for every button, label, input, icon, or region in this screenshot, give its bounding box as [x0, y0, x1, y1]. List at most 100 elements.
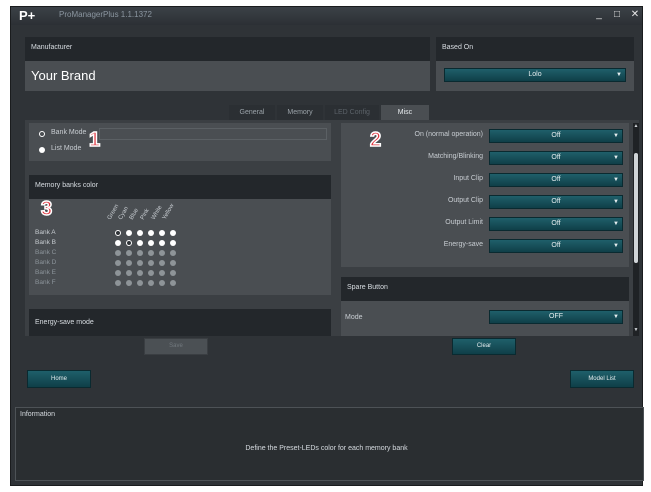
- app-window: P+ ProManagerPlus 1.1.1372 _ □ ✕ Manufac…: [10, 6, 644, 486]
- scroll-down-icon[interactable]: ▼: [633, 327, 639, 335]
- bank-color-dot: [148, 270, 154, 276]
- list-mode-label: List Mode: [51, 145, 82, 152]
- bank-label: Bank C: [35, 249, 57, 256]
- bank-color-dot: [170, 270, 176, 276]
- scrollbar[interactable]: ▲ ▼: [633, 123, 639, 336]
- bank-color-dot: [137, 260, 143, 266]
- bank-color-dot: [159, 250, 165, 256]
- bank-color-dot: [170, 280, 176, 286]
- list-mode-radio[interactable]: [39, 147, 45, 153]
- bank-color-dot: [170, 260, 176, 266]
- home-button[interactable]: Home: [27, 370, 91, 388]
- bank-color-dot[interactable]: [170, 230, 176, 236]
- scroll-up-icon[interactable]: ▲: [633, 123, 639, 131]
- window-title: ProManagerPlus 1.1.1372: [59, 10, 152, 19]
- bank-label: Bank F: [35, 279, 56, 286]
- bank-color-dot[interactable]: [170, 240, 176, 246]
- maximize-button[interactable]: □: [611, 9, 623, 20]
- bank-color-dot[interactable]: [137, 230, 143, 236]
- save-button[interactable]: Save: [144, 338, 208, 355]
- bank-color-dot[interactable]: [159, 240, 165, 246]
- clear-button[interactable]: Clear: [452, 338, 516, 355]
- bank-color-dot: [115, 270, 121, 276]
- bank-color-dot: [148, 280, 154, 286]
- bank-color-dot[interactable]: [159, 230, 165, 236]
- chevron-down-icon: ▼: [613, 221, 619, 227]
- scrollbar-thumb[interactable]: [634, 153, 638, 263]
- bank-color-dot[interactable]: [115, 240, 121, 246]
- bank-color-dot: [115, 250, 121, 256]
- bank-color-dot: [137, 270, 143, 276]
- spare-mode-dropdown[interactable]: OFF ▼: [489, 310, 623, 324]
- bank-color-dot[interactable]: [148, 230, 154, 236]
- led-dropdown[interactable]: Off ▼: [489, 239, 623, 253]
- based-on-dropdown[interactable]: Lolo ▼: [444, 68, 626, 82]
- led-label: Energy-save: [443, 241, 483, 248]
- color-header-5: Yellow: [161, 203, 176, 221]
- led-label: Output Limit: [445, 219, 483, 226]
- chevron-down-icon: ▼: [613, 199, 619, 205]
- bank-color-dot: [159, 280, 165, 286]
- title-bar: P+ ProManagerPlus 1.1.1372 _ □ ✕: [11, 7, 642, 25]
- memory-banks-panel: Memory banks color Green Cyan Blue Pink Whit…: [29, 175, 331, 295]
- tab-led-config[interactable]: LED Config: [325, 105, 379, 120]
- mode-panel: Bank Mode List Mode: [29, 123, 331, 161]
- bank-color-dot: [126, 250, 132, 256]
- based-on-value: Lolo: [528, 71, 542, 78]
- color-header-3: Pink: [139, 207, 151, 221]
- bank-color-dot[interactable]: [137, 240, 143, 246]
- manufacturer-input[interactable]: Your Brand: [31, 68, 96, 83]
- callout-1: 1: [88, 128, 101, 152]
- bank-mode-radio[interactable]: [39, 131, 45, 137]
- bank-color-dot: [137, 250, 143, 256]
- bank-color-dot: [115, 280, 121, 286]
- information-panel: Information Define the Preset-LEDs color…: [15, 407, 644, 481]
- color-header-4: White: [150, 204, 164, 221]
- led-value: Off: [551, 220, 561, 227]
- bank-color-dot[interactable]: [126, 240, 132, 246]
- based-on-label: Based On: [436, 37, 634, 61]
- misc-content: Bank Mode List Mode Memory banks color G…: [25, 120, 639, 336]
- tab-general[interactable]: General: [229, 105, 275, 120]
- led-value: Off: [551, 242, 561, 249]
- led-label: On (normal operation): [414, 131, 483, 138]
- close-button[interactable]: ✕: [629, 9, 641, 20]
- bank-color-dot: [159, 270, 165, 276]
- bank-color-dot: [148, 250, 154, 256]
- led-value: Off: [551, 176, 561, 183]
- led-settings-panel: On (normal operation) Off ▼ Matching/Blinki…: [341, 123, 629, 267]
- manufacturer-label: Manufacturer: [25, 37, 430, 61]
- model-list-button[interactable]: Model List: [570, 370, 634, 388]
- led-value: Off: [551, 154, 561, 161]
- information-label: Information: [20, 411, 56, 418]
- minimize-button[interactable]: _: [593, 9, 605, 20]
- led-dropdown[interactable]: Off ▼: [489, 151, 623, 165]
- based-on-panel: Based On Lolo ▼: [436, 37, 634, 91]
- led-label: Matching/Blinking: [428, 153, 483, 160]
- callout-3: 3: [40, 197, 53, 221]
- bank-color-dot[interactable]: [148, 240, 154, 246]
- bank-label: Bank B: [35, 239, 56, 246]
- bank-color-dot[interactable]: [126, 230, 132, 236]
- energy-save-title: Energy-save mode: [29, 309, 331, 336]
- bank-color-dot[interactable]: [115, 230, 121, 236]
- led-dropdown[interactable]: Off ▼: [489, 195, 623, 209]
- bank-mode-field: [99, 128, 327, 140]
- led-value: Off: [551, 198, 561, 205]
- led-value: Off: [551, 132, 561, 139]
- information-text: Define the Preset-LEDs color for each me…: [245, 445, 408, 452]
- bank-color-dot: [170, 250, 176, 256]
- bank-color-dot: [137, 280, 143, 286]
- led-label: Output Clip: [447, 197, 483, 204]
- bank-label: Bank A: [35, 229, 56, 236]
- tab-misc[interactable]: Misc: [381, 105, 429, 120]
- tab-memory[interactable]: Memory: [277, 105, 323, 120]
- led-dropdown[interactable]: Off ▼: [489, 217, 623, 231]
- spare-mode-value: OFF: [549, 313, 563, 320]
- led-dropdown[interactable]: Off ▼: [489, 129, 623, 143]
- bank-color-dot: [126, 260, 132, 266]
- callout-2: 2: [369, 128, 382, 152]
- chevron-down-icon: ▼: [613, 243, 619, 249]
- led-dropdown[interactable]: Off ▼: [489, 173, 623, 187]
- chevron-down-icon: ▼: [613, 155, 619, 161]
